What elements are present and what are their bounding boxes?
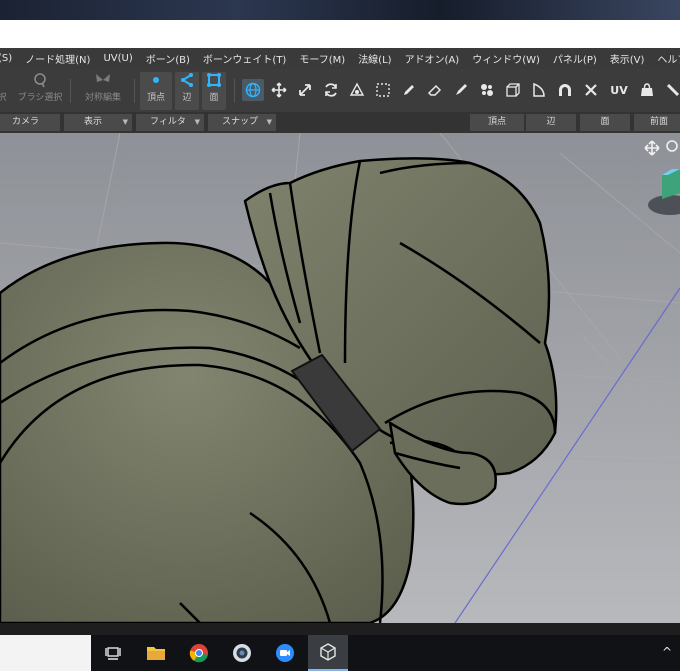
chrome-icon[interactable]: [179, 635, 219, 671]
screen: (S) ノード処理(N) UV(U) ボーン(B) ボーンウェイト(T) モーフ…: [0, 0, 680, 671]
chevron-down-icon: ▼: [266, 118, 272, 126]
menu-item-panel[interactable]: パネル(P): [553, 51, 606, 66]
edge-icon: [175, 72, 199, 92]
snap-dropdown[interactable]: スナップ ▼: [208, 114, 276, 131]
menu-item-uv[interactable]: UV(U): [103, 53, 141, 64]
view-options-bar: カメラ 表示 ▼ フィルタ ▼ スナップ ▼ 頂点 辺 面 前面: [0, 112, 680, 133]
rect-select-icon[interactable]: [372, 79, 394, 101]
edge-view-button[interactable]: 辺: [526, 114, 576, 131]
brush-select-tool[interactable]: ブラシ選択: [16, 72, 64, 110]
menu-item-window[interactable]: ウィンドウ(W): [472, 51, 549, 66]
bag-icon[interactable]: [636, 79, 658, 101]
vertex-icon: [140, 72, 172, 92]
globe-icon[interactable]: [242, 79, 264, 101]
front-view-label: 前面: [649, 117, 668, 127]
modeling-app-icon[interactable]: [308, 635, 348, 671]
arch-icon[interactable]: [554, 79, 576, 101]
face-view-label: 面: [600, 117, 610, 127]
task-view-icon[interactable]: [93, 635, 133, 671]
filter-label: フィルタ: [150, 117, 186, 127]
front-view-button[interactable]: 前面: [634, 114, 680, 131]
navigation-gizmo[interactable]: [644, 140, 680, 215]
pan-icon: [644, 140, 660, 156]
toolbar-divider: [134, 79, 135, 103]
face-icon: [202, 72, 226, 92]
webcam-icon[interactable]: [222, 635, 262, 671]
butterfly-icon: [80, 72, 126, 92]
desktop-wallpaper: [0, 0, 680, 20]
partial-select-tool[interactable]: 択: [0, 72, 8, 110]
toolbar-divider: [70, 79, 71, 103]
file-explorer-icon[interactable]: [136, 635, 176, 671]
menu-item-bone-weight[interactable]: ボーンウェイト(T): [203, 51, 295, 66]
select-icon: [0, 72, 8, 92]
menu-bar: (S) ノード処理(N) UV(U) ボーン(B) ボーンウェイト(T) モーフ…: [0, 48, 680, 69]
face-mode-label: 面: [209, 93, 219, 103]
window-title-area: [0, 20, 680, 48]
viewport-scene: [0, 133, 680, 623]
display-label: 表示: [84, 117, 103, 127]
zoom-icon[interactable]: [265, 635, 305, 671]
wrench-icon[interactable]: [662, 79, 680, 101]
pivot-icon[interactable]: [346, 79, 368, 101]
uv-icon[interactable]: UV: [608, 79, 630, 101]
face-view-button[interactable]: 面: [580, 114, 630, 131]
zoom-icon: [666, 140, 678, 152]
face-mode-button[interactable]: 面: [202, 72, 226, 110]
move-icon[interactable]: [268, 79, 290, 101]
edge-mode-label: 辺: [182, 93, 192, 103]
menu-item-select[interactable]: (S): [0, 53, 21, 64]
menu-item-addon[interactable]: アドオン(A): [405, 51, 469, 66]
menu-item-bone[interactable]: ボーン(B): [146, 51, 199, 66]
eraser-icon[interactable]: [424, 79, 446, 101]
toolbar-divider: [234, 79, 235, 103]
menu-item-view[interactable]: 表示(V): [610, 51, 654, 66]
tray-chevron[interactable]: ^: [662, 645, 672, 659]
rotate-icon[interactable]: [320, 79, 342, 101]
3d-viewport[interactable]: [0, 133, 680, 623]
pencil-icon[interactable]: [398, 79, 420, 101]
scale-icon[interactable]: [294, 79, 316, 101]
edge-view-label: 辺: [546, 117, 556, 127]
menu-item-node[interactable]: ノード処理(N): [25, 51, 99, 66]
taskbar-search-area[interactable]: [0, 635, 91, 671]
symmetric-edit-tool[interactable]: 対称編集: [80, 72, 126, 110]
edge-mode-button[interactable]: 辺: [175, 72, 199, 110]
brush-select-label: ブラシ選択: [17, 93, 63, 103]
filter-dropdown[interactable]: フィルタ ▼: [136, 114, 204, 131]
camera-label: カメラ: [12, 117, 40, 127]
symmetric-edit-label: 対称編集: [84, 93, 121, 103]
camera-dropdown[interactable]: カメラ: [0, 114, 60, 131]
partial-select-label: 択: [0, 93, 7, 103]
snap-label: スナップ: [222, 117, 259, 127]
window-bottom-border: [0, 623, 680, 635]
close-x-icon[interactable]: [580, 79, 602, 101]
tool-bar: 択 ブラシ選択 対称編集 頂点 辺 面 UV: [0, 69, 680, 112]
cube-icon[interactable]: [502, 79, 524, 101]
brush-icon[interactable]: [450, 79, 472, 101]
menu-item-morph[interactable]: モーフ(M): [299, 51, 354, 66]
vertex-mode-button[interactable]: 頂点: [140, 72, 172, 110]
display-dropdown[interactable]: 表示 ▼: [64, 114, 132, 131]
menu-item-help[interactable]: ヘルプ(H): [657, 51, 680, 66]
menu-item-normal[interactable]: 法線(L): [358, 51, 400, 66]
vertex-view-label: 頂点: [487, 117, 506, 127]
shuffle-icon[interactable]: [476, 79, 498, 101]
taskbar: ^: [0, 635, 680, 671]
vertex-mode-label: 頂点: [146, 93, 165, 103]
lasso-icon: [16, 72, 64, 92]
shape-icon[interactable]: [528, 79, 550, 101]
vertex-view-button[interactable]: 頂点: [470, 114, 524, 131]
chevron-down-icon: ▼: [194, 118, 200, 126]
chevron-down-icon: ▼: [122, 118, 128, 126]
